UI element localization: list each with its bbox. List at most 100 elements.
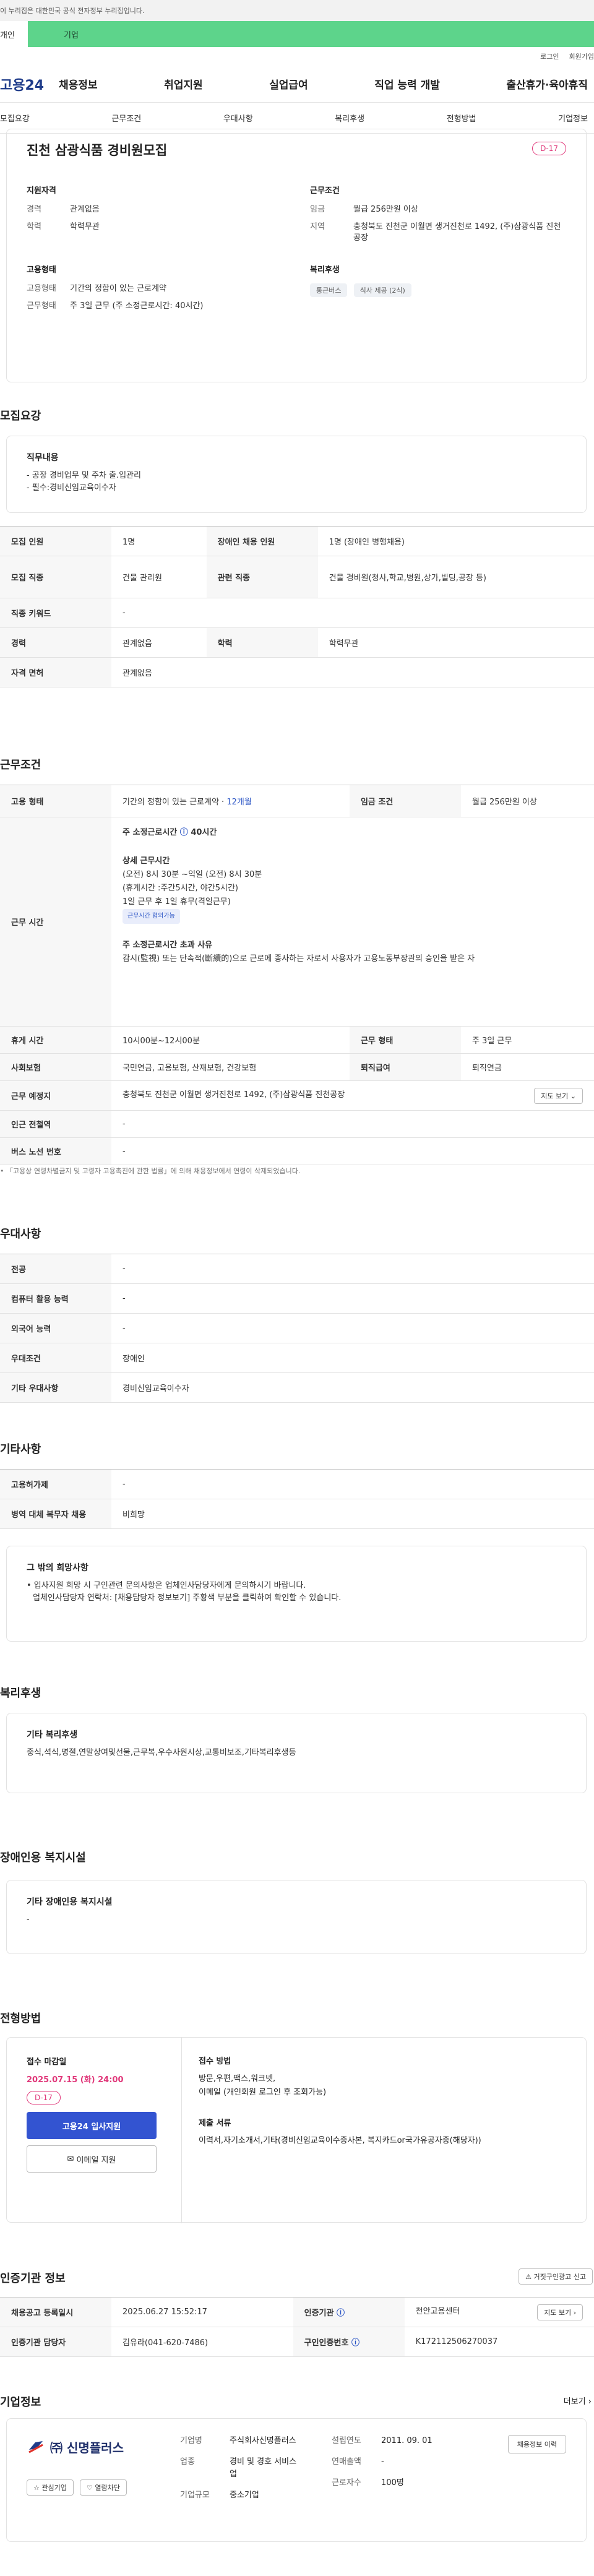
excess-text: 감시(監視) 또는 단속적(斷續的)으로 근로에 종사하는 자로서 사용자가 고… [123, 954, 475, 963]
company-name: ㈜ 신명플러스 [50, 2440, 124, 2455]
company-field: 기업규모 중소기업 [180, 2489, 353, 2502]
cell-value: 국민연금, 고용보험, 산재보험, 건강보험 [111, 1053, 350, 1081]
site-logo[interactable]: 고용24 [0, 74, 59, 94]
qual-row: 학력 학력무관 [27, 222, 286, 233]
gnb-item-unemployment-benefit[interactable]: 실업급여 [269, 76, 308, 92]
field-key: 연매출액 [332, 2457, 361, 2466]
apply-button[interactable]: 고용24 입사지원 [27, 2112, 157, 2139]
welfare-box-title: 기타 복리후생 [27, 1730, 78, 1740]
emp-value: 주 3일 근무 (주 소정근로시간: 40시간) [70, 301, 204, 311]
cell-key: 자격 면허 [0, 657, 111, 687]
cell-value: 주 3일 근무 [460, 1026, 594, 1054]
cell-key: 기타 우대사항 [0, 1372, 111, 1403]
report-button[interactable]: ⚠ 거짓구인광고 신고 [519, 2268, 593, 2285]
cell-value: 퇴직연금 [460, 1053, 594, 1081]
gnb-item-leave[interactable]: 출산휴가·육아휴직 [506, 76, 588, 92]
cond-value: 월급 256만원 이상 [353, 205, 418, 214]
table-row: 인근 전철역 - [0, 1110, 594, 1138]
cell-key: 근무 시간 [0, 817, 111, 1027]
agency-map-label: 지도 보기 [544, 2308, 572, 2317]
cell-key-text: 구인인증번호 [304, 2338, 349, 2348]
field-key: 기업명 [180, 2436, 202, 2445]
disab-box: 기타 장애인용 복지시설 - [6, 1880, 587, 1954]
company-more-link[interactable]: 더보기 › [564, 2395, 592, 2406]
duty-title: 직무내용 [27, 453, 59, 463]
field-value: - [381, 2457, 384, 2466]
mode-company-tab[interactable]: 기업 [28, 21, 594, 47]
cell-key: 직종 키워드 [0, 598, 111, 628]
anchor-recruit[interactable]: 모집요강 [0, 112, 30, 124]
dday-badge: D-17 [532, 142, 566, 155]
summary-card: 진천 삼광식품 경비원모집 D-17 지원자격 경력 관계없음 학력 학력무관 고용… [6, 129, 587, 382]
auth-table: 채용공고 등록일시 2025.06.27 15:52:17 인증기관 ⓘ 천안고용센터… [0, 2297, 594, 2357]
history-button[interactable]: 채용정보 이력 [507, 2435, 566, 2453]
join-link[interactable]: 회원가입 [569, 51, 594, 61]
excess-title: 주 소정근로시간 초과 사유 [123, 941, 213, 950]
cell-value: 1명 [111, 526, 207, 556]
anchor-prefer[interactable]: 우대사항 [223, 112, 253, 124]
cell-value: - [111, 598, 594, 628]
cell-value: - [111, 1254, 594, 1284]
cell-key: 근무 형태 [349, 1026, 461, 1054]
type-value: 기간의 정함이 있는 근로계약 · [123, 798, 227, 807]
mail-icon: ✉ [67, 2154, 74, 2164]
gnb-item-training[interactable]: 직업 능력 개발 [374, 76, 440, 92]
qual-key: 학력 [27, 222, 41, 231]
login-link[interactable]: 로그인 [540, 51, 559, 61]
cell-value: 10시00분~12시00분 [111, 1026, 350, 1054]
weekly-label: 주 소정근로시간 [123, 828, 178, 837]
auth-section: 인증기관 정보 ⚠ 거짓구인광고 신고 채용공고 등록일시 2025.06.27 … [0, 2268, 594, 2393]
method-text: 방문,우편,팩스,워크넷, [199, 2074, 276, 2083]
info-icon[interactable]: ⓘ [337, 2309, 345, 2318]
cell-value: - [111, 1110, 594, 1138]
table-row: 외국어 능력 - [0, 1313, 594, 1343]
gnb-item-jobs[interactable]: 채용정보 [59, 76, 98, 92]
cell-value: 비희망 [111, 1499, 594, 1529]
etc-box-title: 그 밖의 희망사항 [27, 1563, 88, 1573]
gnb-item-employment-support[interactable]: 취업지원 [164, 76, 203, 92]
siren-icon: ⚠ [525, 2273, 532, 2281]
mode-personal-tab[interactable]: 개인 [0, 28, 28, 40]
chevron-down-icon: ⌄ [570, 1092, 576, 1100]
work-title: 근무조건 [0, 759, 41, 772]
qual-value: 관계없음 [70, 205, 100, 214]
duty-line: - 필수:경비신임교육이수자 [27, 483, 116, 493]
anchor-apply[interactable]: 전형방법 [447, 112, 476, 124]
cell-value: 건물 관리원 [111, 556, 207, 598]
company-field: 업종 경비 및 경호 서비스업 [180, 2456, 353, 2481]
cell-value: 월급 256만원 이상 [460, 785, 594, 817]
field-value: 주식회사신명플러스 [230, 2436, 296, 2445]
cell-value: 천안고용센터 지도 보기 › [404, 2297, 594, 2327]
fav-button[interactable]: ☆ 관심기업 [27, 2479, 74, 2496]
field-key: 근로자수 [332, 2478, 361, 2488]
anchor-work[interactable]: 근무조건 [111, 112, 141, 124]
email-apply-label: 이메일 지원 [76, 2155, 116, 2165]
company-box: ㈜ 신명플러스 ☆ 관심기업 ♡ 열람차단 기업명 주식회사신명플러스 업종 경비 … [6, 2418, 587, 2542]
info-icon[interactable]: ⓘ [180, 828, 188, 837]
qual-section: 지원자격 경력 관계없음 학력 학력무관 [27, 184, 286, 239]
cell-value: - [111, 1137, 594, 1165]
cell-key: 외국어 능력 [0, 1313, 111, 1343]
table-row: 전공 - [0, 1254, 594, 1284]
cell-key: 우대조건 [0, 1343, 111, 1373]
block-button[interactable]: ♡ 열람차단 [80, 2479, 127, 2496]
star-icon: ☆ [33, 2484, 40, 2492]
anchor-welfare[interactable]: 복리후생 [335, 112, 364, 124]
cell-key: 임금 조건 [349, 785, 461, 817]
anchor-company[interactable]: 기업정보 [558, 112, 588, 124]
welfare-box-text: 중식,석식,명절,연말상여및선물,근무복,우수사원시상,교통비보조,기타복리후생… [27, 1748, 296, 1757]
field-key: 기업규모 [180, 2491, 210, 2500]
welfare-box: 기타 복리후생 중식,석식,명절,연말상여및선물,근무복,우수사원시상,교통비보… [6, 1713, 587, 1793]
table-row: 경력 관계없음 학력 학력무관 [0, 627, 594, 658]
chevron-right-icon: › [573, 2308, 576, 2317]
field-key: 업종 [180, 2457, 195, 2466]
agency-map-button[interactable]: 지도 보기 › [537, 2304, 583, 2320]
deadline-value: 2025.07.15 (화) 24:00 [27, 2075, 124, 2085]
email-apply-button[interactable]: ✉ 이메일 지원 [27, 2145, 157, 2173]
recruit-table: 모집 인원 1명 장애인 채용 인원 1명 (장애인 병행채용) 모집 직종 건물 관리… [0, 526, 594, 687]
etc-box: 그 밖의 희망사항 • 입사지원 희망 시 구인관련 문의사항은 업체인사담당자… [6, 1546, 587, 1642]
info-icon[interactable]: ⓘ [351, 2338, 359, 2348]
table-row: 근무 시간 주 소정근로시간 ⓘ 40시간 상세 근무시간 (오전) 8시 30… [0, 817, 594, 1027]
map-button[interactable]: 지도 보기 ⌄ [534, 1087, 583, 1104]
chevron-right-icon: › [588, 2397, 592, 2406]
